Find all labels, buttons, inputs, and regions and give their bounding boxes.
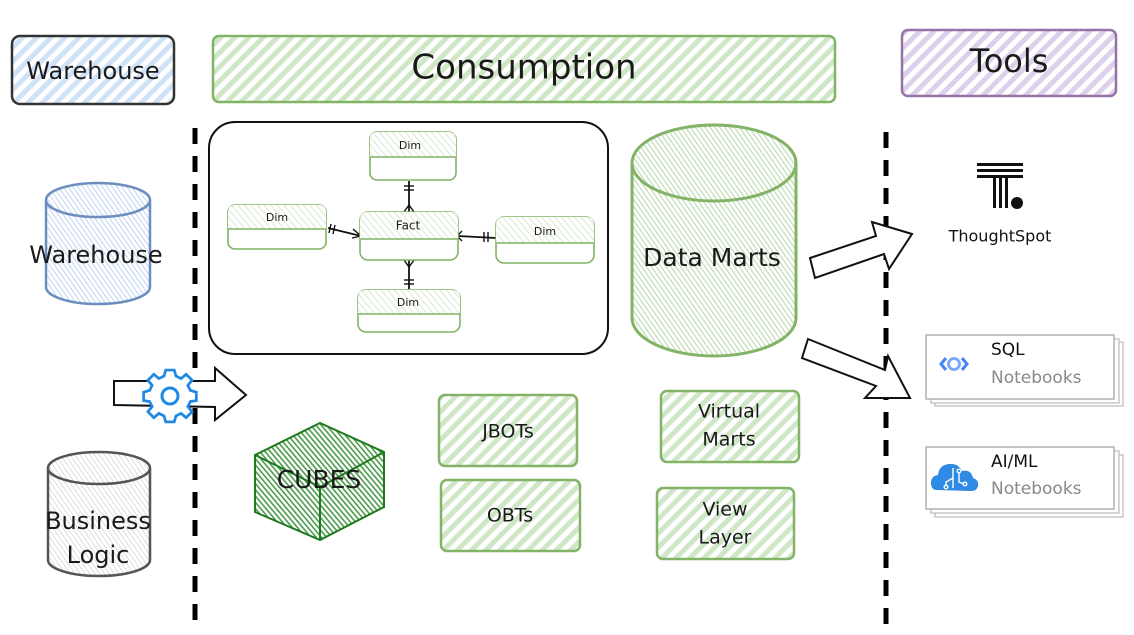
thoughtspot-logo[interactable]: ThoughtSpot <box>948 163 1052 246</box>
svg-text:Dim: Dim <box>399 139 421 152</box>
warehouse-header-label: Warehouse <box>26 57 159 85</box>
dim-table-bottom: Dim <box>357 289 461 333</box>
obts-label: OBTs <box>487 505 533 527</box>
business-logic-line2: Logic <box>67 541 130 569</box>
jbots-box: JBOTs <box>437 393 579 468</box>
view-layer-line1: View <box>702 499 747 521</box>
consumption-header-label: Consumption <box>411 48 636 88</box>
arrow-to-notebooks <box>800 337 912 399</box>
tools-header: Tools <box>900 28 1118 98</box>
gear-icon <box>142 368 198 424</box>
warehouse-header: Warehouse <box>10 34 176 106</box>
data-marts-db: Data Marts <box>630 123 798 358</box>
arrow-to-thoughtspot <box>808 220 914 280</box>
svg-text:Fact: Fact <box>396 219 421 233</box>
svg-text:Dim: Dim <box>534 225 556 238</box>
architecture-diagram: Warehouse Consumption Tools Warehouse Bu… <box>10 28 1124 625</box>
thoughtspot-icon <box>977 163 1023 209</box>
svg-text:Dim: Dim <box>266 211 288 224</box>
warehouse-db-label: Warehouse <box>29 241 162 269</box>
consumption-header: Consumption <box>211 34 837 104</box>
view-layer-box: View Layer <box>655 486 796 561</box>
cubes: CUBES <box>254 421 385 542</box>
tools-header-label: Tools <box>969 42 1049 80</box>
view-layer-line2: Layer <box>699 527 752 549</box>
cubes-label: CUBES <box>277 465 362 494</box>
jbots-label: JBOTs <box>481 421 534 443</box>
sql-notebooks-subtitle: Notebooks <box>991 368 1082 388</box>
dim-table-left: Dim <box>227 204 327 250</box>
virtual-marts-line2: Marts <box>702 429 755 451</box>
virtual-marts-box: Virtual Marts <box>659 389 801 464</box>
business-logic-line1: Business <box>45 507 151 535</box>
aiml-notebooks-card[interactable]: AI/ML Notebooks <box>925 446 1124 518</box>
dim-table-right: Dim <box>495 216 595 264</box>
fact-table: Fact <box>359 211 459 261</box>
sql-notebooks-card[interactable]: SQL Notebooks <box>925 334 1124 407</box>
aiml-notebooks-title: AI/ML <box>991 452 1038 472</box>
data-marts-label: Data Marts <box>643 243 781 272</box>
sql-notebooks-title: SQL <box>991 340 1025 360</box>
obts-box: OBTs <box>439 478 582 553</box>
star-schema: Dim Dim Fact Dim Dim <box>208 121 609 355</box>
business-logic-db: Business Logic <box>45 450 152 578</box>
warehouse-db: Warehouse <box>29 181 163 306</box>
thoughtspot-label: ThoughtSpot <box>948 227 1052 246</box>
virtual-marts-line1: Virtual <box>698 401 760 423</box>
svg-text:Dim: Dim <box>397 296 419 309</box>
aiml-notebooks-subtitle: Notebooks <box>991 479 1082 499</box>
dim-table-top: Dim <box>369 131 457 181</box>
